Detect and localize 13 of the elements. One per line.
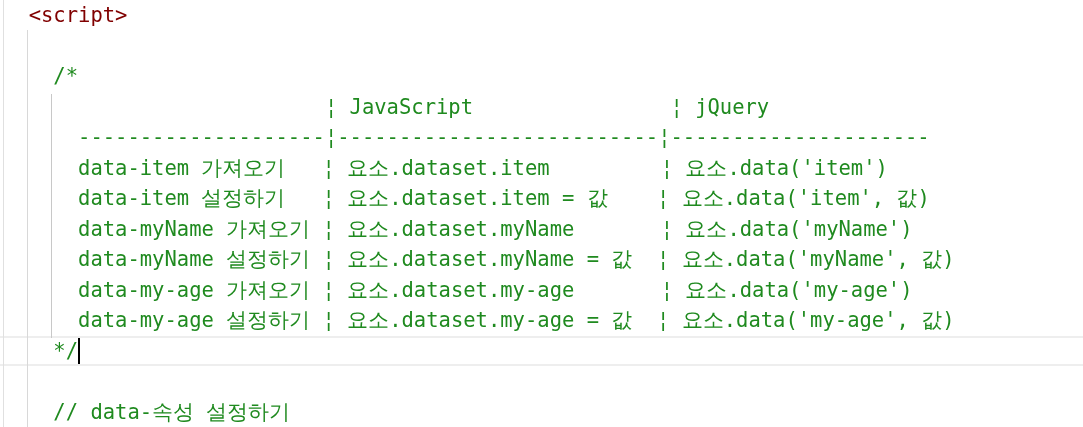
code-line: data-my-age 가져오기 ¦ 요소.dataset.my-age ¦ 요소.data('my-age')	[77, 279, 913, 300]
code-line: data-my-age 설정하기 ¦ 요소.dataset.my-age = 값 ¦ 요소.data('my-age', 값)	[77, 310, 955, 331]
code-line: data-myName 설정하기 ¦ 요소.dataset.myName = 값 ¦ 요소.data('myName', 값)	[77, 249, 955, 270]
code-line: */	[52, 340, 79, 361]
code-line: /*	[52, 66, 79, 87]
code-line: ¦ JavaScript ¦ jQuery	[323, 96, 770, 117]
code-line: data-item 설정하기 ¦ 요소.dataset.item = 값 ¦ 요소.data('item', 값)	[77, 188, 930, 209]
code-line: data-myName 가져오기 ¦ 요소.dataset.myName ¦ 요소.data('myName')	[77, 218, 913, 239]
code-line: // data-속성 설정하기	[52, 401, 291, 422]
code-line: --------------------¦--------------------------¦---------------------	[77, 127, 930, 148]
code-line: <script>	[27, 5, 128, 26]
text-cursor	[78, 337, 81, 364]
code-line: data-item 가져오기 ¦ 요소.dataset.item ¦ 요소.data('item')	[77, 157, 888, 178]
